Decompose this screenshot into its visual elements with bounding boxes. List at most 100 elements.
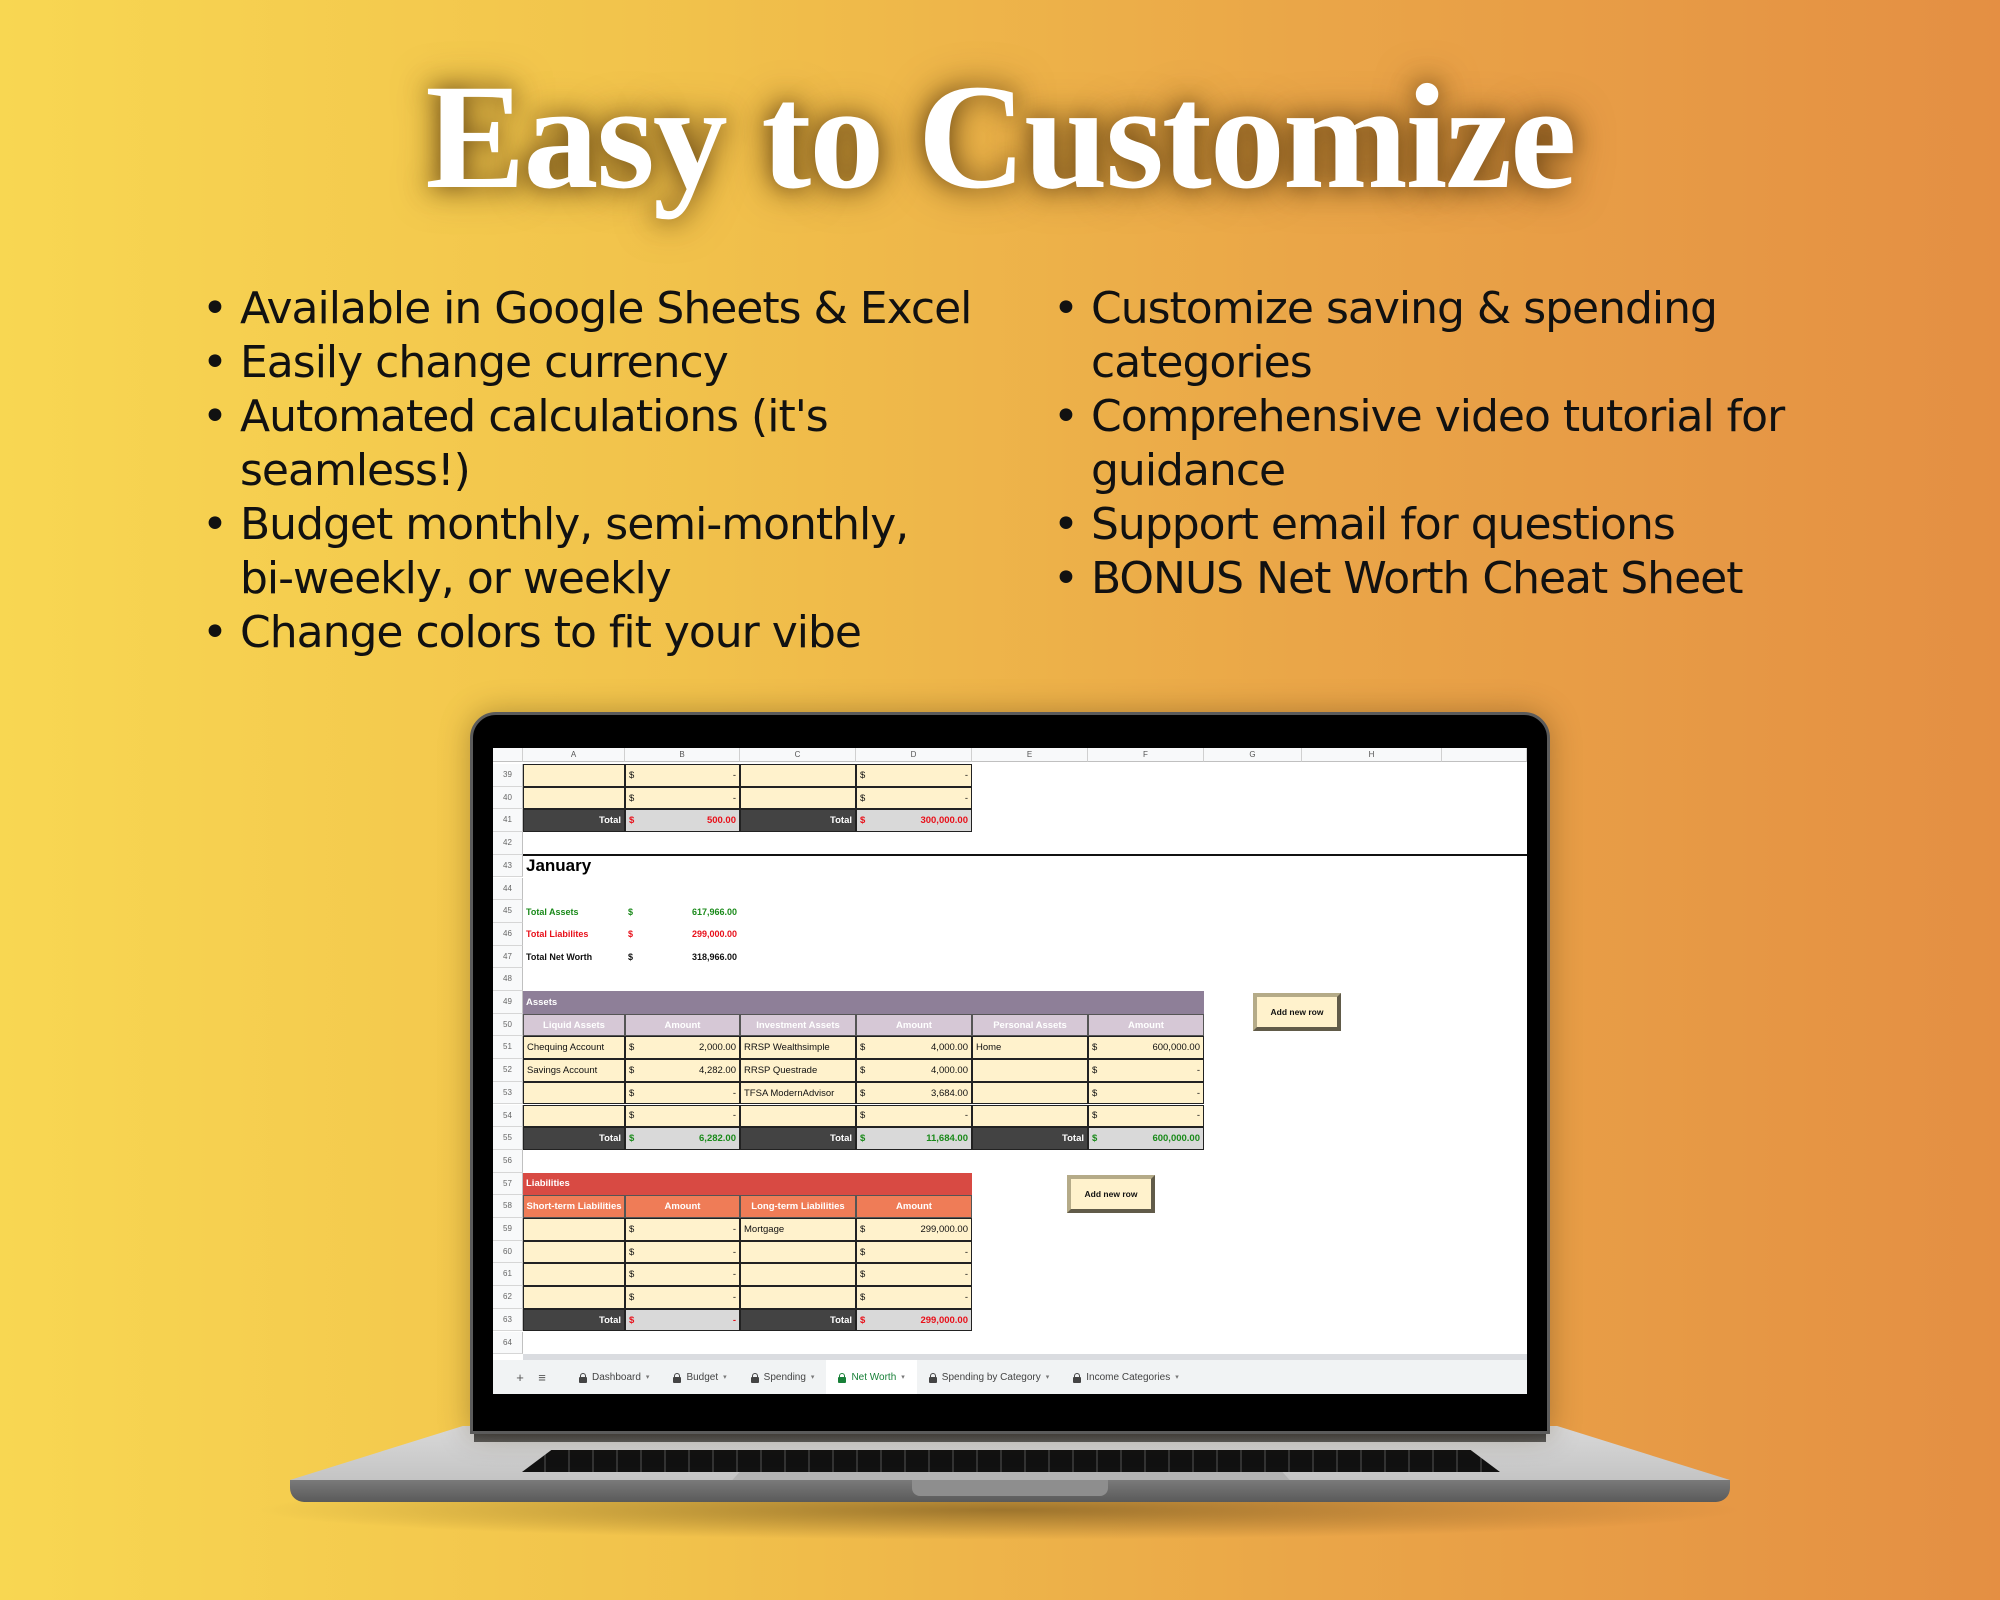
amount-cell[interactable]: $ - bbox=[1088, 1059, 1204, 1082]
amount-cell[interactable]: $300,000.00 bbox=[856, 809, 972, 833]
liability-name-cell[interactable]: Mortgage bbox=[740, 1218, 856, 1241]
summary-amount[interactable]: $299,000.00 bbox=[625, 923, 740, 946]
total-label[interactable]: Total bbox=[740, 1308, 856, 1332]
row-number[interactable]: 44 bbox=[493, 877, 523, 901]
row-number[interactable]: 45 bbox=[493, 900, 523, 923]
asset-name-cell[interactable] bbox=[523, 1104, 625, 1128]
column-title[interactable]: Personal Assets bbox=[972, 1013, 1088, 1037]
column-title[interactable]: Amount bbox=[856, 1013, 972, 1037]
amount-cell[interactable]: $ - bbox=[625, 1240, 740, 1264]
column-header[interactable]: B bbox=[625, 748, 740, 762]
row-number[interactable]: 47 bbox=[493, 945, 523, 969]
amount-cell[interactable]: $ - bbox=[856, 786, 972, 810]
amount-cell[interactable]: $ - bbox=[625, 1081, 740, 1105]
amount-cell[interactable]: $ - bbox=[856, 1263, 972, 1287]
row-number[interactable]: 63 bbox=[493, 1308, 523, 1332]
liability-name-cell[interactable] bbox=[523, 1286, 625, 1309]
amount-cell[interactable]: $ - bbox=[856, 1240, 972, 1264]
row-number[interactable]: 48 bbox=[493, 968, 523, 991]
asset-name-cell[interactable] bbox=[972, 1081, 1088, 1105]
total-label[interactable]: Total bbox=[523, 809, 625, 833]
column-header[interactable]: F bbox=[1088, 748, 1204, 762]
row-number[interactable]: 62 bbox=[493, 1286, 523, 1309]
row-number[interactable]: 53 bbox=[493, 1081, 523, 1105]
add-sheet-icon[interactable]: + bbox=[509, 1370, 531, 1385]
row-number[interactable]: 54 bbox=[493, 1104, 523, 1128]
column-header[interactable]: H bbox=[1302, 748, 1442, 762]
row-number[interactable]: 49 bbox=[493, 991, 523, 1014]
chevron-down-icon[interactable]: ▾ bbox=[723, 1373, 727, 1381]
asset-name-cell[interactable] bbox=[972, 1059, 1088, 1082]
amount-cell[interactable]: $299,000.00 bbox=[856, 1218, 972, 1241]
row-number[interactable]: 60 bbox=[493, 1240, 523, 1264]
liability-name-cell[interactable] bbox=[740, 1240, 856, 1264]
row-number[interactable]: 40 bbox=[493, 786, 523, 810]
amount-cell[interactable]: $ - bbox=[625, 1286, 740, 1309]
tab-spending[interactable]: Spending ▾ bbox=[739, 1360, 827, 1394]
column-title[interactable]: Long-term Liabilities bbox=[740, 1195, 856, 1218]
add-liability-row-button[interactable]: Add new row bbox=[1067, 1174, 1155, 1213]
row-number[interactable]: 52 bbox=[493, 1059, 523, 1082]
month-title[interactable]: January bbox=[523, 855, 723, 878]
column-header[interactable]: D bbox=[856, 748, 972, 762]
text-cell[interactable] bbox=[523, 786, 625, 810]
row-number[interactable]: 50 bbox=[493, 1013, 523, 1037]
liability-name-cell[interactable] bbox=[740, 1286, 856, 1309]
summary-label[interactable]: Total Net Worth bbox=[523, 946, 625, 969]
chevron-down-icon[interactable]: ▾ bbox=[646, 1373, 650, 1381]
liability-name-cell[interactable] bbox=[523, 1263, 625, 1287]
spreadsheet-grid[interactable]: A B C D E F G H 39 40 41 42 43 44 45 46 47 48 49 50 51 52 53 54… bbox=[493, 748, 1527, 1355]
row-number[interactable]: 39 bbox=[493, 764, 523, 787]
summary-label[interactable]: Total Assets bbox=[523, 900, 625, 923]
column-title[interactable]: Amount bbox=[625, 1013, 740, 1037]
amount-cell[interactable]: $ - bbox=[1088, 1081, 1204, 1105]
total-label[interactable]: Total bbox=[972, 1127, 1088, 1150]
asset-name-cell[interactable] bbox=[740, 1104, 856, 1128]
text-cell[interactable] bbox=[523, 764, 625, 787]
column-header[interactable]: C bbox=[740, 748, 856, 762]
amount-cell[interactable]: $ - bbox=[856, 764, 972, 787]
row-number[interactable]: 56 bbox=[493, 1149, 523, 1173]
assets-section-header[interactable]: Assets bbox=[523, 991, 1204, 1014]
liability-name-cell[interactable] bbox=[523, 1240, 625, 1264]
chevron-down-icon[interactable]: ▾ bbox=[1175, 1373, 1179, 1381]
amount-cell[interactable]: $ - bbox=[856, 1104, 972, 1128]
select-all-corner[interactable] bbox=[493, 748, 523, 762]
row-number[interactable]: 46 bbox=[493, 922, 523, 946]
tab-dashboard[interactable]: Dashboard ▾ bbox=[567, 1360, 661, 1394]
amount-cell[interactable]: $ - bbox=[625, 786, 740, 810]
chevron-down-icon[interactable]: ▾ bbox=[811, 1373, 815, 1381]
amount-cell[interactable]: $3,684.00 bbox=[856, 1081, 972, 1105]
row-number[interactable]: 59 bbox=[493, 1218, 523, 1241]
column-title[interactable]: Amount bbox=[856, 1195, 972, 1218]
amount-cell[interactable]: $4,282.00 bbox=[625, 1059, 740, 1082]
row-number[interactable]: 64 bbox=[493, 1331, 523, 1355]
asset-name-cell[interactable]: RRSP Wealthsimple bbox=[740, 1036, 856, 1060]
all-sheets-menu-icon[interactable]: ≡ bbox=[531, 1370, 553, 1385]
row-number[interactable]: 61 bbox=[493, 1263, 523, 1287]
text-cell[interactable] bbox=[740, 786, 856, 810]
summary-label[interactable]: Total Liabilites bbox=[523, 923, 625, 946]
asset-name-cell[interactable]: Savings Account bbox=[523, 1059, 625, 1082]
column-title[interactable]: Amount bbox=[1088, 1013, 1204, 1037]
amount-cell[interactable]: $2,000.00 bbox=[625, 1036, 740, 1060]
total-label[interactable]: Total bbox=[740, 809, 856, 833]
amount-cell[interactable]: $299,000.00 bbox=[856, 1308, 972, 1332]
amount-cell[interactable]: $6,282.00 bbox=[625, 1127, 740, 1150]
tab-net-worth[interactable]: Net Worth ▾ bbox=[826, 1360, 917, 1394]
amount-cell[interactable]: $ - bbox=[856, 1286, 972, 1309]
amount-cell[interactable]: $4,000.00 bbox=[856, 1036, 972, 1060]
total-label[interactable]: Total bbox=[523, 1308, 625, 1332]
column-header[interactable]: G bbox=[1204, 748, 1302, 762]
tab-budget[interactable]: Budget ▾ bbox=[661, 1360, 738, 1394]
amount-cell[interactable]: $600,000.00 bbox=[1088, 1036, 1204, 1060]
amount-cell[interactable]: $ - bbox=[625, 764, 740, 787]
asset-name-cell[interactable] bbox=[972, 1104, 1088, 1128]
row-number[interactable]: 41 bbox=[493, 809, 523, 833]
asset-name-cell[interactable]: Home bbox=[972, 1036, 1088, 1060]
liabilities-section-header[interactable]: Liabilities bbox=[523, 1172, 972, 1196]
chevron-down-icon[interactable]: ▾ bbox=[901, 1373, 905, 1381]
column-title[interactable]: Investment Assets bbox=[740, 1013, 856, 1037]
total-label[interactable]: Total bbox=[740, 1127, 856, 1150]
row-number[interactable]: 51 bbox=[493, 1036, 523, 1060]
